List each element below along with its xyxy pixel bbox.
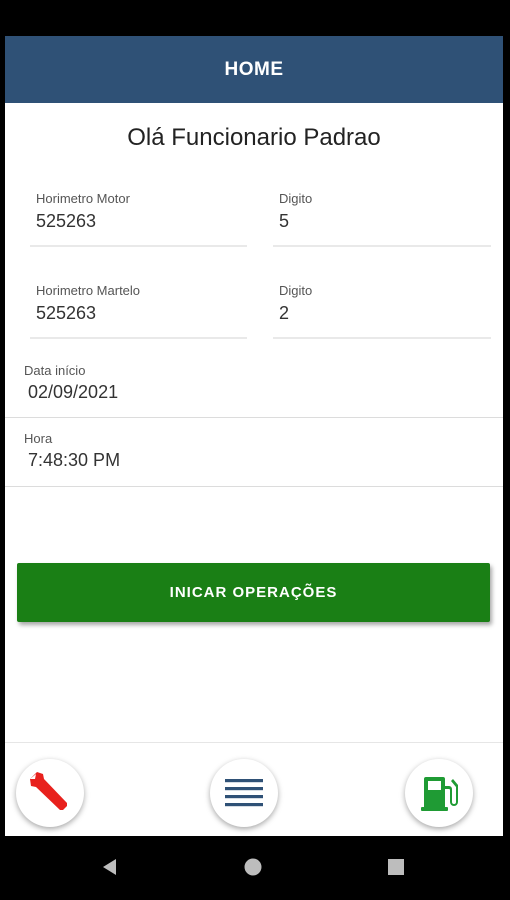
horimetro-motor-field[interactable]: Horimetro Motor 525263 — [30, 191, 247, 247]
data-inicio-field[interactable]: Data início 02/09/2021 — [5, 363, 503, 418]
back-triangle-icon — [103, 859, 116, 875]
home-circle-icon — [244, 858, 262, 876]
hora-value[interactable]: 7:48:30 PM — [28, 450, 120, 471]
field-underline — [30, 245, 247, 247]
menu-button[interactable] — [210, 759, 278, 827]
field-underline — [30, 337, 247, 339]
bottom-action-bar — [5, 742, 503, 836]
digito-motor-label: Digito — [279, 191, 313, 206]
horimetro-martelo-value[interactable]: 525263 — [36, 303, 96, 324]
status-bar — [0, 0, 510, 36]
recents-square-icon — [388, 859, 404, 875]
field-underline — [273, 337, 491, 339]
field-divider — [5, 417, 503, 418]
android-nav-bar — [0, 836, 510, 900]
horimetro-motor-value[interactable]: 525263 — [36, 211, 96, 232]
horimetro-martelo-field[interactable]: Horimetro Martelo 525263 — [30, 283, 247, 339]
field-underline — [273, 245, 491, 247]
hora-label: Hora — [24, 431, 53, 446]
greeting-text: Olá Funcionario Padrao — [127, 124, 381, 151]
page-title: HOME — [224, 58, 284, 80]
data-inicio-label: Data início — [24, 363, 86, 378]
digito-motor-field[interactable]: Digito 5 — [273, 191, 491, 247]
app-screen: HOME Olá Funcionario Padrao Horimetro Mo… — [5, 36, 503, 836]
start-operations-button[interactable]: INICAR OPERAÇÕES — [17, 563, 490, 622]
horimetro-martelo-label: Horimetro Martelo — [36, 283, 141, 298]
nav-home-button[interactable] — [238, 852, 268, 882]
digito-motor-value[interactable]: 5 — [279, 211, 289, 232]
digito-martelo-field[interactable]: Digito 2 — [273, 283, 491, 339]
fuel-pump-icon — [421, 777, 458, 811]
menu-icon — [225, 779, 263, 807]
field-divider — [5, 486, 503, 487]
nav-back-button[interactable] — [95, 852, 125, 882]
hora-field[interactable]: Hora 7:48:30 PM — [5, 431, 503, 487]
horimetro-motor-label: Horimetro Motor — [36, 191, 130, 206]
nav-recents-button[interactable] — [381, 852, 411, 882]
digito-martelo-label: Digito — [279, 283, 313, 298]
fuel-button[interactable] — [405, 759, 473, 827]
wrench-icon — [30, 772, 67, 810]
data-inicio-value[interactable]: 02/09/2021 — [28, 382, 118, 403]
digito-martelo-value[interactable]: 2 — [279, 303, 289, 324]
app-header: HOME — [5, 36, 503, 103]
maintenance-button[interactable] — [16, 759, 84, 827]
